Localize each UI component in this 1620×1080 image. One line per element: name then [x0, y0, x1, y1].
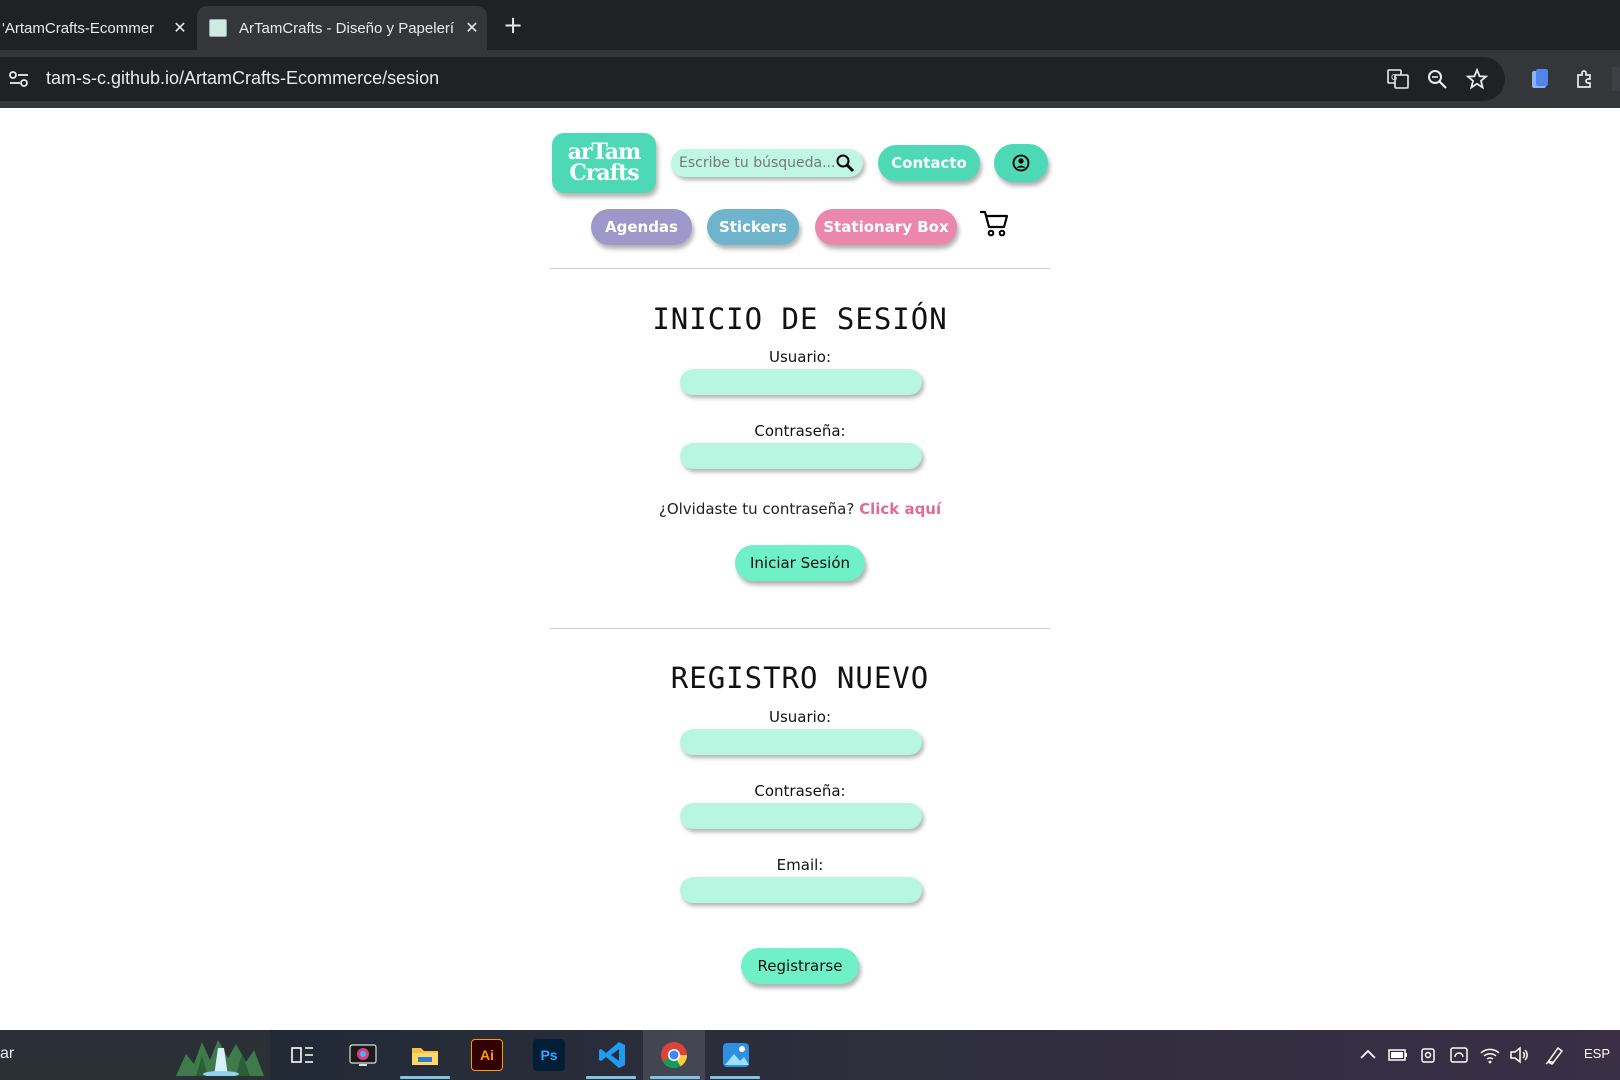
forgot-password-link[interactable]: Click aquí: [859, 500, 941, 518]
side-panel-icon[interactable]: [1528, 67, 1552, 91]
category-agendas-button[interactable]: Agendas: [591, 209, 692, 245]
login-user-label: Usuario:: [768, 348, 832, 366]
register-user-input[interactable]: [680, 729, 922, 755]
zoom-icon[interactable]: [1425, 67, 1449, 91]
photos-icon[interactable]: [720, 1039, 752, 1071]
register-submit-button[interactable]: Registrarse: [741, 948, 859, 984]
close-icon[interactable]: ✕: [165, 18, 195, 38]
browser-tab-inactive[interactable]: 'ArtamCrafts-Ecommer ✕: [0, 6, 195, 50]
browser-tab-active[interactable]: ArTamCrafts - Diseño y Papelerí ✕: [197, 6, 487, 50]
register-password-input[interactable]: [680, 803, 922, 829]
vscode-icon[interactable]: [596, 1039, 628, 1071]
login-user-input[interactable]: [680, 369, 922, 395]
search-highlight-waterfall-icon: [176, 1040, 264, 1076]
photoshop-icon[interactable]: Ps: [533, 1039, 565, 1071]
login-password-input[interactable]: [680, 443, 922, 469]
svg-text:G: G: [1391, 73, 1397, 82]
search-input[interactable]: [679, 153, 839, 173]
close-icon[interactable]: ✕: [457, 18, 487, 38]
chevron-up-icon[interactable]: [1356, 1043, 1380, 1067]
web-page: arTam Crafts Contacto Agendas Stickers S…: [0, 108, 1620, 1030]
running-app-indicator: [710, 1076, 760, 1079]
battery-icon[interactable]: [1386, 1043, 1410, 1067]
camera-icon[interactable]: [1417, 1043, 1441, 1067]
new-tab-button[interactable]: +: [498, 8, 528, 42]
login-title: INICIO DE SESIÓN: [652, 302, 948, 336]
bookmark-star-icon[interactable]: [1465, 67, 1489, 91]
forgot-password-text: ¿Olvidaste tu contraseña? Click aquí: [550, 500, 1050, 518]
login-submit-button[interactable]: Iniciar Sesión: [735, 545, 865, 581]
logo-line-2: Crafts: [569, 160, 639, 186]
running-app-indicator: [650, 1076, 700, 1079]
tab-title: ArTamCrafts - Diseño y Papelerí: [239, 19, 455, 37]
browser-toolbar: tam-s-c.github.io/ArtamCrafts-Ecommerce/…: [0, 50, 1620, 108]
url-text[interactable]: tam-s-c.github.io/ArtamCrafts-Ecommerce/…: [46, 68, 439, 89]
wifi-icon[interactable]: [1478, 1043, 1502, 1067]
taskbar-search-text: ar: [0, 1045, 15, 1062]
network-drive-icon[interactable]: [1447, 1043, 1471, 1067]
forgot-question: ¿Olvidaste tu contraseña?: [658, 500, 855, 518]
shopping-cart-icon[interactable]: [978, 207, 1010, 239]
section-divider: [550, 268, 1050, 269]
register-user-label: Usuario:: [768, 708, 832, 726]
register-title: REGISTRO NUEVO: [670, 661, 930, 695]
task-view-icon[interactable]: [286, 1039, 318, 1071]
user-account-button[interactable]: [994, 144, 1048, 182]
contact-button[interactable]: Contacto: [878, 145, 980, 181]
running-app-indicator: [586, 1076, 636, 1079]
category-stickers-button[interactable]: Stickers: [707, 209, 799, 245]
register-email-input[interactable]: [680, 877, 922, 903]
media-app-icon[interactable]: [347, 1039, 379, 1071]
section-divider: [550, 628, 1050, 629]
chrome-icon[interactable]: [658, 1039, 690, 1071]
tab-title: 'ArtamCrafts-Ecommer: [2, 19, 155, 37]
language-indicator[interactable]: ESP: [1584, 1046, 1610, 1061]
profile-edge-icon[interactable]: [1612, 67, 1620, 91]
user-circle-icon: [1012, 154, 1030, 172]
register-email-label: Email:: [776, 856, 824, 874]
login-password-label: Contraseña:: [754, 422, 846, 440]
illustrator-icon[interactable]: Ai: [471, 1039, 503, 1071]
extensions-icon[interactable]: [1573, 67, 1597, 91]
search-box: [671, 149, 863, 177]
pen-icon[interactable]: [1543, 1043, 1567, 1067]
os-taskbar: ar Ai Ps ESP: [0, 1030, 1620, 1080]
file-explorer-icon[interactable]: [409, 1039, 441, 1071]
favicon-icon: [209, 19, 227, 37]
category-stationary-box-button[interactable]: Stationary Box: [815, 209, 957, 245]
site-settings-icon[interactable]: [8, 69, 30, 89]
volume-icon[interactable]: [1507, 1043, 1531, 1067]
address-bar[interactable]: tam-s-c.github.io/ArtamCrafts-Ecommerce/…: [0, 57, 1505, 101]
taskbar-search-box[interactable]: ar: [0, 1030, 270, 1080]
running-app-indicator: [400, 1076, 450, 1079]
translate-icon[interactable]: G: [1386, 67, 1410, 91]
search-icon[interactable]: [835, 153, 855, 173]
register-password-label: Contraseña:: [754, 782, 846, 800]
browser-tab-bar: 'ArtamCrafts-Ecommer ✕ ArTamCrafts - Dis…: [0, 0, 1620, 50]
brand-logo[interactable]: arTam Crafts: [552, 133, 656, 193]
